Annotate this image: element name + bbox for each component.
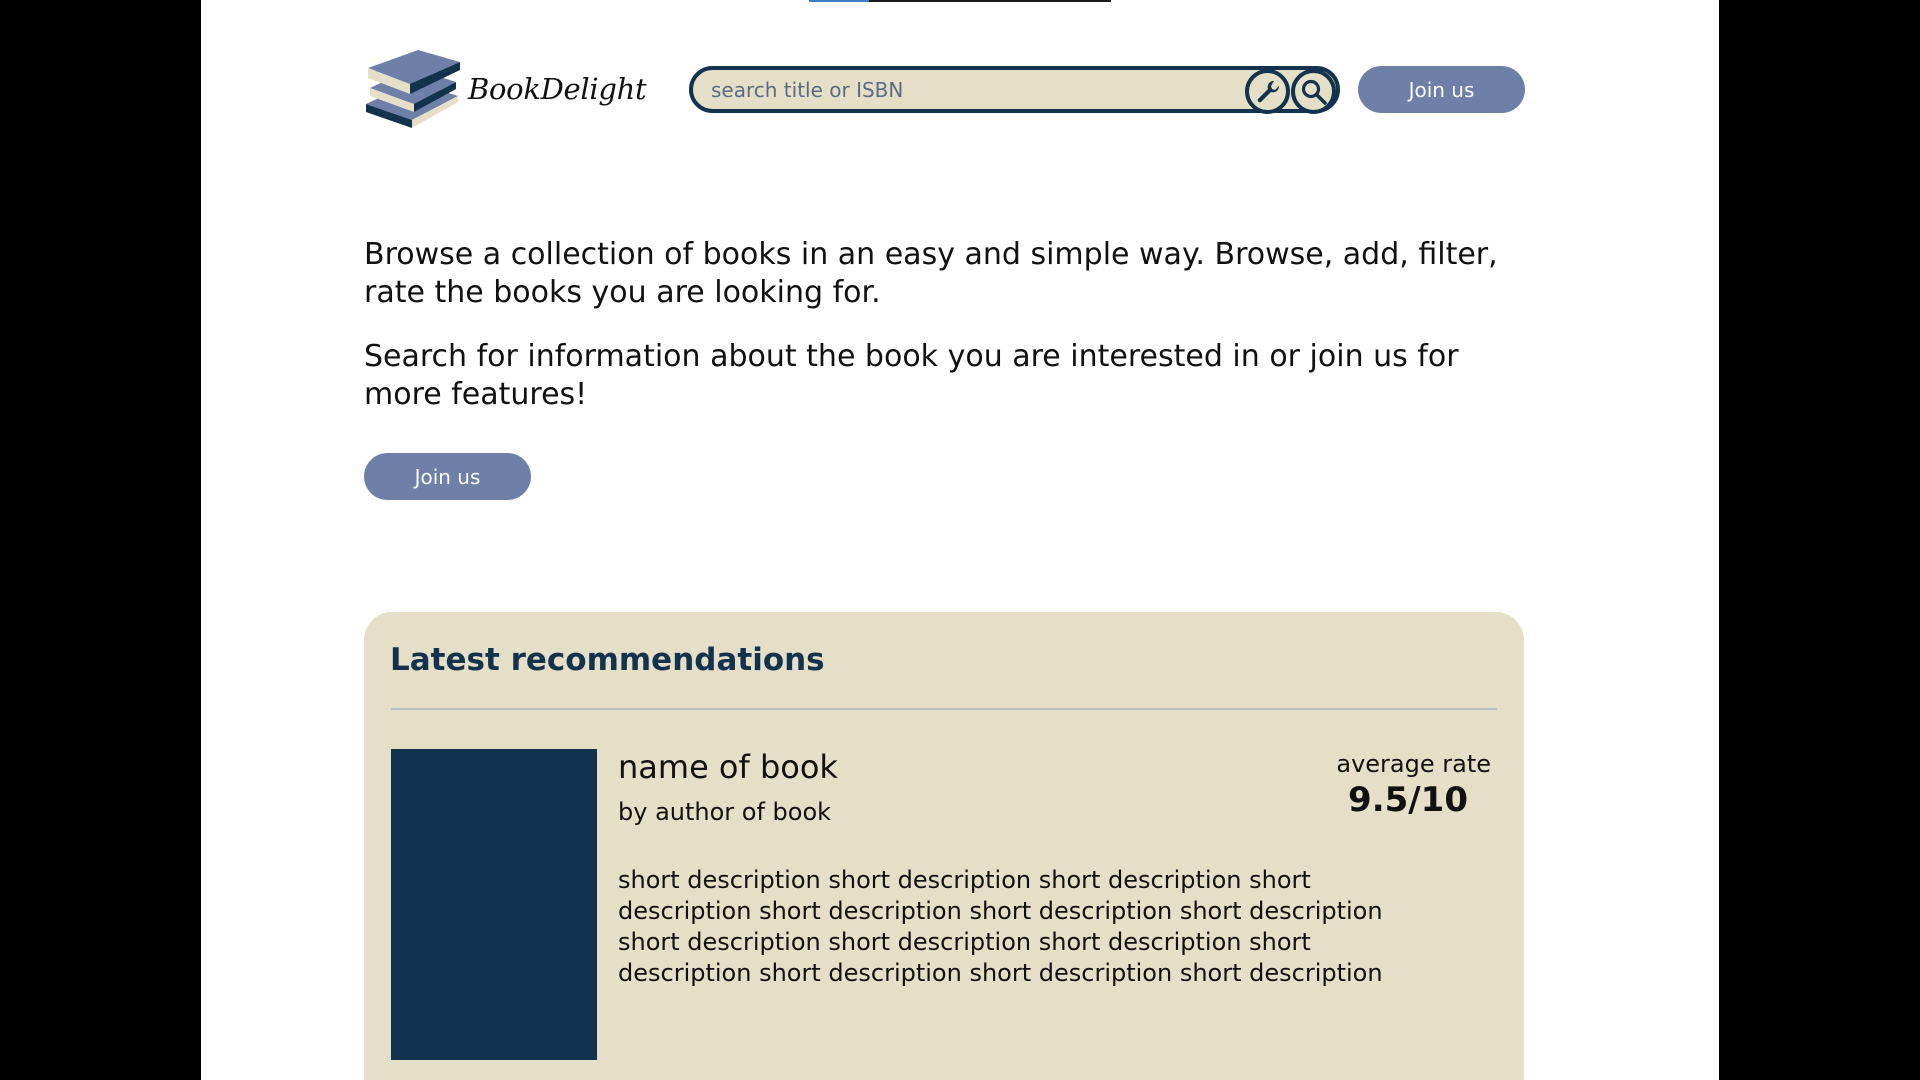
logo[interactable]: BookDelight	[364, 48, 647, 130]
advanced-search-button[interactable]	[1245, 69, 1290, 114]
average-rate-value: 9.5/10	[1348, 780, 1468, 820]
book-title[interactable]: name of book	[618, 748, 838, 786]
recommendations-panel: Latest recommendations name of book by a…	[364, 612, 1524, 1080]
top-indicator-active	[809, 0, 869, 2]
search-input[interactable]	[711, 70, 1231, 109]
intro-paragraph-2: Search for information about the book yo…	[364, 339, 1459, 412]
books-logo-icon	[366, 50, 460, 128]
book-cover[interactable]	[391, 749, 597, 1060]
book-description: short description short description shor…	[618, 866, 1383, 987]
search-button[interactable]	[1291, 69, 1336, 114]
page: BookDelight Join us Browse a collection …	[201, 0, 1719, 1080]
average-rate-label: average rate	[1336, 750, 1491, 778]
join-button-hero[interactable]: Join us	[364, 453, 531, 500]
search-bar	[689, 66, 1340, 114]
wrench-icon	[1257, 80, 1279, 102]
book-author: by author of book	[618, 798, 832, 826]
intro-paragraph-1: Browse a collection of books in an easy …	[364, 237, 1498, 310]
divider	[391, 708, 1497, 710]
search-icon	[1301, 79, 1327, 105]
recommendations-title: Latest recommendations	[390, 642, 825, 678]
logo-text: BookDelight	[468, 72, 647, 106]
intro-text: Browse a collection of books in an easy …	[364, 236, 1524, 440]
join-button-header[interactable]: Join us	[1358, 66, 1525, 113]
top-indicator	[869, 0, 1111, 2]
